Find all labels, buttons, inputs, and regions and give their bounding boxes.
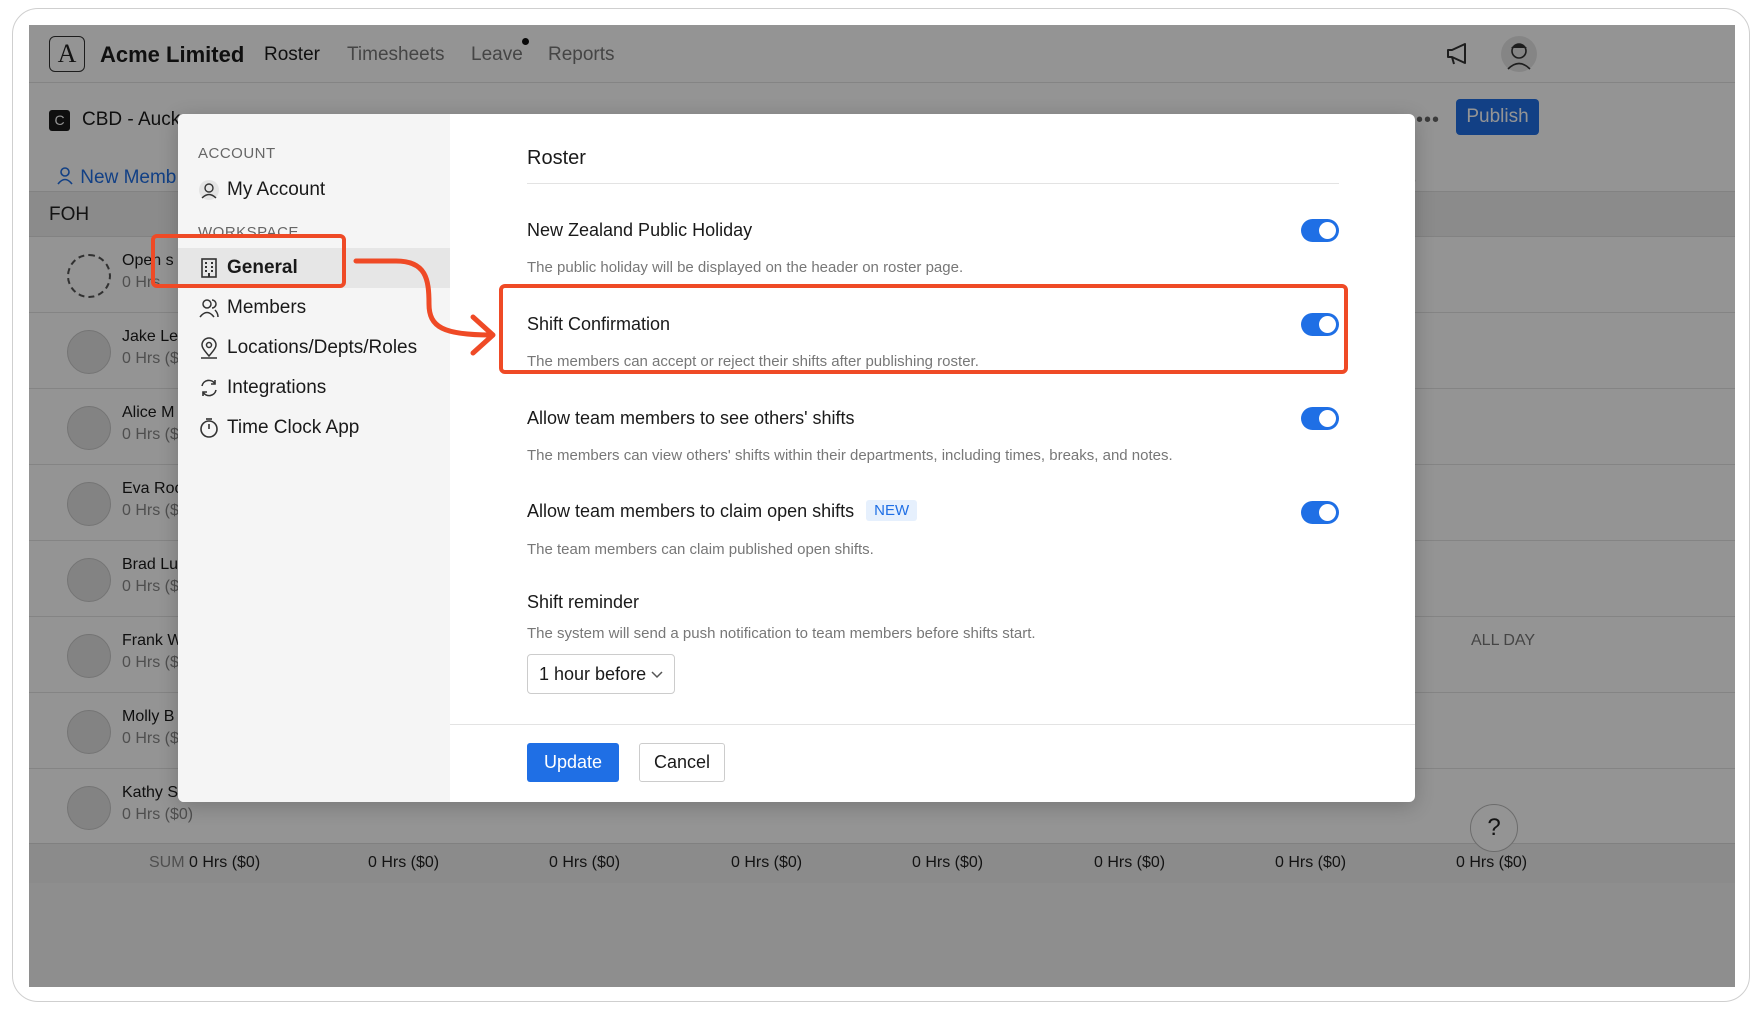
cancel-button[interactable]: Cancel (639, 743, 725, 782)
see-others-shifts-toggle[interactable] (1301, 407, 1339, 430)
settings-modal: ACCOUNT My Account WORKSPACE General Mem… (178, 114, 1415, 802)
footer-divider (450, 724, 1415, 725)
app: A Acme Limited Roster Timesheets Leave R… (29, 25, 1735, 987)
members-icon (199, 299, 219, 318)
section-title: Roster (527, 147, 586, 169)
setting-claim-label-text: Allow team members to claim open shifts (527, 501, 855, 521)
setting-see-others-shifts-label: Allow team members to see others' shifts (527, 408, 855, 428)
toggle-knob (1319, 504, 1336, 521)
sidebar-item-label: My Account (227, 179, 326, 200)
shift-reminder-select[interactable]: 1 hour before (527, 654, 675, 694)
setting-see-others-shifts-desc: The members can view others' shifts with… (527, 447, 1173, 464)
sidebar-item-label: Integrations (227, 377, 327, 398)
setting-public-holiday-label: New Zealand Public Holiday (527, 220, 753, 240)
setting-public-holiday-desc: The public holiday will be displayed on … (527, 259, 964, 276)
general-highlight-box (151, 234, 346, 288)
shift-confirmation-highlight-box (499, 284, 1348, 374)
selected-value: 1 hour before (539, 664, 647, 684)
sidebar-item-label: Time Clock App (227, 417, 360, 438)
update-button[interactable]: Update (527, 743, 619, 782)
sidebar-item-time-clock-app[interactable]: Time Clock App (178, 408, 450, 448)
public-holiday-toggle[interactable] (1301, 219, 1339, 242)
account-section-title: ACCOUNT (198, 145, 276, 162)
sync-icon (201, 379, 217, 397)
sidebar-item-integrations[interactable]: Integrations (178, 368, 450, 408)
annotation-arrow-icon (353, 258, 496, 356)
setting-claim-open-shifts-label: Allow team members to claim open shifts N… (527, 500, 918, 522)
toggle-knob (1319, 222, 1336, 239)
chevron-down-icon (651, 671, 663, 679)
settings-content: Roster New Zealand Public Holiday The pu… (450, 114, 1415, 802)
new-badge: NEW (866, 500, 918, 521)
sidebar-item-label: Members (227, 297, 307, 318)
settings-sidebar: ACCOUNT My Account WORKSPACE General Mem… (178, 114, 450, 802)
window-frame: A Acme Limited Roster Timesheets Leave R… (12, 8, 1750, 1002)
toggle-knob (1319, 410, 1336, 427)
stopwatch-icon (200, 418, 218, 438)
divider (527, 183, 1339, 184)
setting-claim-open-shifts-desc: The team members can claim published ope… (527, 541, 874, 558)
location-pin-icon (201, 337, 217, 359)
shift-reminder-desc: The system will send a push notification… (527, 625, 1036, 642)
claim-open-shifts-toggle[interactable] (1301, 501, 1339, 524)
sidebar-item-my-account[interactable]: My Account (178, 170, 450, 210)
shift-reminder-label: Shift reminder (527, 592, 640, 612)
avatar-icon (199, 180, 219, 200)
